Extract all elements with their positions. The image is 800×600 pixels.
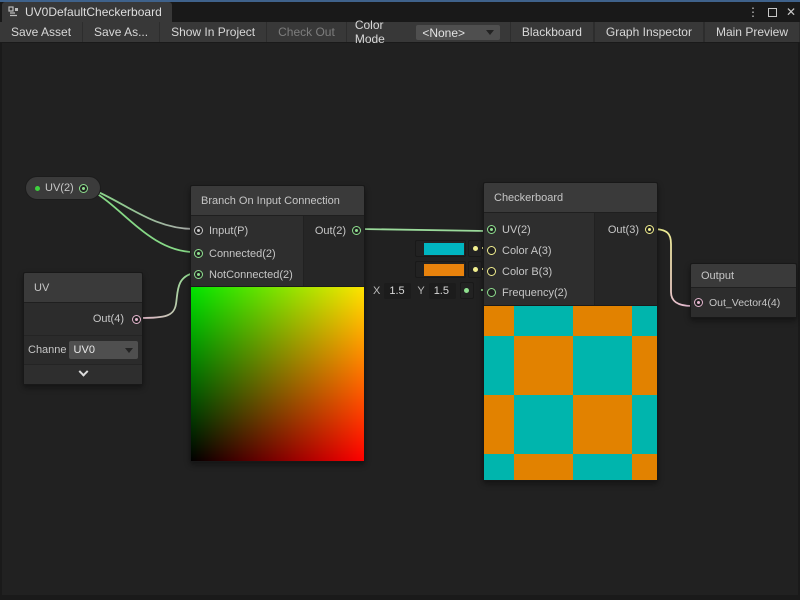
- port-label: UV(2): [502, 224, 531, 236]
- port-out-vector4[interactable]: [694, 298, 703, 307]
- node-checkerboard[interactable]: Checkerboard UV(2) Color A(3) Color B(3)…: [483, 182, 658, 481]
- blackboard-toggle[interactable]: Blackboard: [510, 22, 594, 42]
- channel-dropdown[interactable]: UV0: [69, 341, 138, 359]
- port-label: Out_Vector4(4): [709, 297, 780, 309]
- maximize-icon[interactable]: [768, 8, 777, 17]
- checkerboard-preview: [484, 305, 657, 480]
- uv-out-label: Out(4): [93, 313, 124, 325]
- chevron-down-icon: [78, 367, 88, 377]
- port-label: Frequency(2): [502, 287, 567, 299]
- connector-dot: [464, 288, 469, 293]
- close-icon[interactable]: ✕: [786, 6, 796, 18]
- port-connected[interactable]: [194, 249, 203, 258]
- color-a-swatch[interactable]: [415, 240, 466, 257]
- preview-state-dot: [35, 186, 40, 191]
- color-mode-label: Color Mode: [347, 22, 416, 42]
- tab-title: UV0DefaultCheckerboard: [25, 5, 162, 19]
- frequency-widget: X 1.5 Y 1.5: [369, 282, 474, 299]
- node-uv2-pill[interactable]: UV(2): [25, 176, 101, 200]
- color-b-swatch[interactable]: [415, 261, 466, 278]
- channel-label: Channe: [28, 344, 67, 356]
- port-label: Color A(3): [502, 245, 552, 257]
- frequency-x-input[interactable]: 1.5: [384, 283, 411, 299]
- connector-dot: [473, 267, 478, 272]
- save-asset-button[interactable]: Save Asset: [0, 22, 83, 42]
- port-frequency[interactable]: [487, 288, 496, 297]
- show-in-project-button[interactable]: Show In Project: [160, 22, 267, 42]
- y-label: Y: [413, 285, 428, 297]
- save-as-button[interactable]: Save As...: [83, 22, 160, 42]
- color-b-widget: [415, 261, 482, 278]
- port-label: Color B(3): [502, 266, 552, 278]
- collapse-expander[interactable]: [24, 365, 142, 384]
- node-title: Branch On Input Connection: [191, 186, 364, 216]
- node-output[interactable]: Output Out_Vector4(4): [690, 263, 797, 318]
- tab-uv0defaultcheckerboard[interactable]: UV0DefaultCheckerboard: [2, 2, 172, 22]
- color-mode-dropdown[interactable]: <None>: [416, 25, 500, 40]
- port-branch-out[interactable]: [352, 226, 361, 235]
- node-branch-on-input-connection[interactable]: Branch On Input Connection Input(P) Conn…: [190, 185, 365, 462]
- pill-label: UV(2): [45, 182, 74, 194]
- node-title: Output: [691, 264, 796, 288]
- port-input-p[interactable]: [194, 226, 203, 235]
- shader-graph-window: UV0DefaultCheckerboard ⋮ ✕ Save Asset Sa…: [0, 0, 800, 600]
- port-label: Connected(2): [209, 248, 276, 260]
- port-uv-out4[interactable]: [132, 315, 141, 324]
- shader-graph-icon: [8, 6, 20, 18]
- check-out-button: Check Out: [267, 22, 347, 42]
- chevron-down-icon: [486, 30, 494, 35]
- port-checker-out[interactable]: [645, 225, 654, 234]
- graph-inspector-toggle[interactable]: Graph Inspector: [594, 22, 704, 42]
- node-title: Checkerboard: [484, 183, 657, 213]
- menu-icon[interactable]: ⋮: [747, 6, 759, 18]
- main-preview-toggle[interactable]: Main Preview: [704, 22, 800, 42]
- connector-dot: [473, 246, 478, 251]
- window-controls: ⋮ ✕: [747, 2, 796, 22]
- x-label: X: [369, 285, 384, 297]
- port-notconnected[interactable]: [194, 270, 203, 279]
- chevron-down-icon: [125, 348, 133, 353]
- port-label: Out(2): [315, 225, 346, 237]
- node-title: UV: [24, 273, 142, 303]
- node-uv[interactable]: UV Out(4) Channe UV0: [23, 272, 143, 385]
- graph-toolbar: Save Asset Save As... Show In Project Ch…: [0, 22, 800, 43]
- port-label: NotConnected(2): [209, 269, 293, 281]
- port-color-b[interactable]: [487, 267, 496, 276]
- port-uv2-out[interactable]: [79, 184, 88, 193]
- channel-value: UV0: [74, 344, 95, 356]
- uv-gradient-preview: [191, 286, 364, 461]
- port-checker-uv[interactable]: [487, 225, 496, 234]
- frequency-y-input[interactable]: 1.5: [429, 283, 456, 299]
- port-label: Input(P): [209, 225, 248, 237]
- port-color-a[interactable]: [487, 246, 496, 255]
- color-a-widget: [415, 240, 482, 257]
- color-mode-value: <None>: [422, 26, 465, 40]
- port-label: Out(3): [608, 224, 639, 236]
